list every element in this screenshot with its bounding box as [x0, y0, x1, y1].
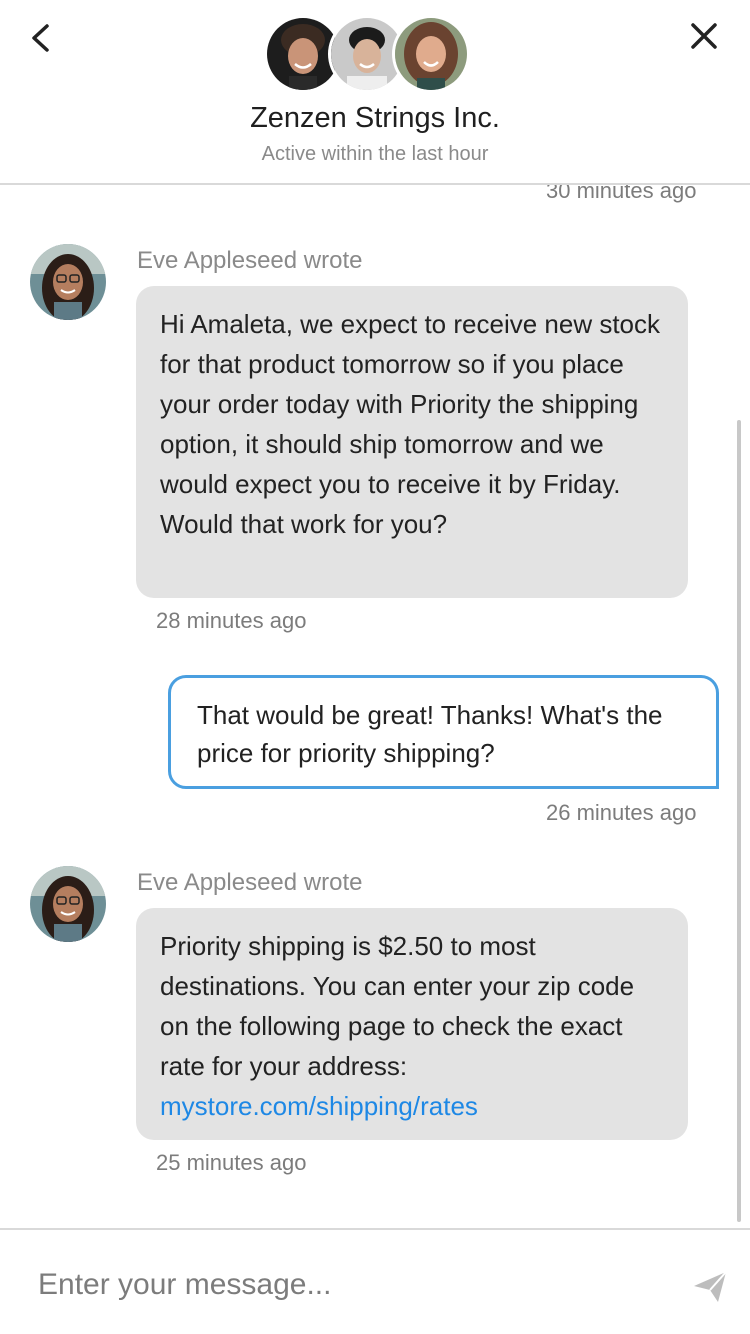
close-icon: [691, 23, 717, 49]
message-composer: [0, 1228, 750, 1334]
message-input[interactable]: [38, 1260, 658, 1310]
incoming-message-bubble: Hi Amaleta, we expect to receive new sto…: [136, 286, 688, 598]
message-timestamp: 25 minutes ago: [156, 1150, 307, 1175]
chevron-left-icon: [32, 24, 49, 52]
send-button[interactable]: [690, 1266, 730, 1306]
participant-avatars: [264, 15, 474, 93]
chat-header: Zenzen Strings Inc. Active within the la…: [0, 0, 750, 185]
close-button[interactable]: [684, 16, 724, 56]
chat-title: Zenzen Strings Inc.: [250, 102, 500, 134]
message-timestamp: 28 minutes ago: [156, 608, 307, 633]
participant-avatar: [392, 15, 470, 93]
message-text: Hi Amaleta, we expect to receive new sto…: [160, 309, 661, 539]
message-author: Eve Appleseed wrote: [137, 869, 363, 896]
shipping-rates-link[interactable]: mystore.com/shipping/rates: [160, 1091, 478, 1121]
chat-status: Active within the last hour: [261, 143, 489, 165]
message-text: That would be great! Thanks! What's the …: [197, 700, 663, 768]
outgoing-message-bubble: That would be great! Thanks! What's the …: [168, 675, 719, 789]
agent-avatar: [30, 244, 106, 320]
incoming-message-bubble: Priority shipping is $2.50 to most desti…: [136, 908, 688, 1140]
message-list-scrollbar[interactable]: [737, 420, 741, 1222]
send-icon: [694, 1271, 727, 1302]
message-timestamp: 26 minutes ago: [546, 800, 697, 825]
message-author: Eve Appleseed wrote: [137, 247, 363, 274]
message-text: Priority shipping is $2.50 to most desti…: [160, 931, 635, 1081]
back-button[interactable]: [22, 18, 62, 58]
agent-avatar: [30, 866, 106, 942]
